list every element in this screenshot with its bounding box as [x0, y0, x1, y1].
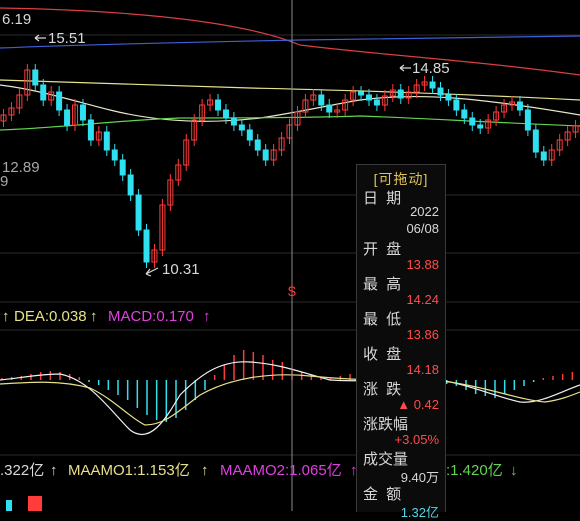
volume-value: 9.40万	[400, 470, 439, 485]
candle-body	[365, 94, 372, 101]
candle-body	[79, 104, 86, 121]
drag-handle[interactable]: [可拖动]	[357, 169, 445, 189]
price-label-peak: 15.51	[48, 30, 86, 47]
dea-line	[0, 374, 580, 426]
arrow-down-left-icon	[145, 267, 159, 277]
change-value: ▲ 0.42	[397, 397, 439, 412]
maamo2-label: MAAMO2:1.065亿	[220, 462, 342, 479]
low-label: 最 低	[363, 311, 404, 328]
price-label-trough: 10.31	[162, 261, 200, 278]
change-label: 涨 跌	[363, 381, 404, 398]
volume-bar	[6, 500, 12, 511]
arrow-up-icon: ↑	[203, 308, 211, 325]
date-label: 日 期	[363, 190, 404, 207]
candle-body	[358, 91, 365, 96]
candle-body	[127, 174, 134, 196]
volume-left-label: .322亿	[0, 462, 44, 479]
candle-body	[119, 159, 126, 176]
close-value: 14.18	[406, 362, 439, 377]
candle-body	[254, 139, 261, 151]
chart-canvas[interactable]: $ 6.19 15.51 14.85 12.89 9 10.31 ↑ DEA:0…	[0, 0, 580, 511]
ma-red-line	[0, 7, 580, 76]
moving-average-lines	[0, 7, 580, 131]
candle-body	[373, 99, 380, 106]
dea-label: DEA:0.038	[14, 308, 87, 325]
macd-label: MACD:0.170	[108, 308, 194, 325]
ma-white-line	[0, 84, 580, 122]
candle-body	[532, 129, 539, 153]
close-label: 收 盘	[363, 346, 404, 363]
candle-body	[453, 99, 460, 111]
macd-legend: ↑ DEA:0.038 ↑ MACD:0.170 ↑	[2, 308, 211, 325]
arrow-up-icon: ↑	[90, 308, 98, 325]
volume-bar	[28, 496, 42, 511]
candle-body	[238, 124, 245, 131]
arrow-down-icon: ↓	[510, 462, 518, 479]
candle-body	[516, 101, 523, 111]
arrow-up-icon: ↑	[50, 462, 58, 479]
date-year: 2022	[410, 204, 439, 219]
candle-body	[40, 84, 47, 101]
amount-value: 1.32亿	[400, 505, 439, 520]
volume-label: 成交量	[363, 451, 409, 468]
candle-body	[56, 91, 63, 111]
open-label: 开 盘	[363, 241, 404, 258]
price-label-low-left-partial: 9	[0, 173, 8, 190]
candle-body	[429, 81, 436, 89]
low-value: 13.86	[406, 327, 439, 342]
candle-body	[318, 94, 325, 106]
candle-body	[540, 151, 547, 161]
ma-yellow-line	[0, 79, 580, 101]
candle-body	[246, 129, 253, 141]
macd-lines	[0, 361, 580, 436]
candle-body	[461, 109, 468, 119]
candle-body	[524, 109, 531, 131]
candle-body	[477, 124, 484, 129]
candle-body	[437, 87, 444, 96]
info-panel[interactable]: [可拖动] 日 期 2022 06/08 开 盘 13.88 最 高 14.24…	[356, 164, 446, 520]
candle-body	[469, 117, 476, 126]
candle-body	[445, 94, 452, 101]
arrow-left-icon	[399, 64, 411, 72]
candle-body	[103, 131, 110, 151]
candlesticks	[0, 64, 579, 268]
dif-line	[0, 361, 580, 436]
pct-label: 涨跌幅	[363, 416, 409, 433]
candle-body	[87, 119, 94, 141]
price-label-peak-right: 14.85	[412, 60, 450, 77]
maamo1-label: MAAMO1:1.153亿	[68, 462, 190, 479]
peak-marker: 15.51	[34, 30, 86, 47]
price-grid	[0, 34, 580, 456]
pct-value: +3.05%	[394, 432, 439, 447]
candle-body	[222, 109, 229, 119]
candle-body	[135, 194, 142, 231]
arrow-up-icon: ↑	[201, 462, 209, 479]
candle-body	[230, 117, 237, 126]
candle-body	[262, 149, 269, 161]
candle-body	[111, 149, 118, 161]
candle-body	[64, 109, 71, 126]
date-monthday: 06/08	[406, 221, 439, 236]
candle-body	[326, 104, 333, 113]
candle-body	[215, 99, 222, 111]
volume-right-label: :1.420亿	[446, 462, 503, 479]
amount-label: 金 额	[363, 486, 404, 503]
high-label: 最 高	[363, 276, 404, 293]
open-value: 13.88	[406, 257, 439, 272]
arrow-left-icon	[34, 34, 46, 42]
price-label-high-left: 6.19	[2, 11, 31, 28]
peak-marker-right: 14.85	[399, 60, 450, 77]
macd-histogram	[1, 350, 574, 422]
high-value: 14.24	[406, 292, 439, 307]
ma-blue-line	[0, 35, 580, 49]
candle-body	[143, 229, 150, 263]
crosshair-marker-icon: $	[288, 283, 296, 299]
candle-body	[32, 69, 39, 86]
arrow-up-icon: ↑	[2, 308, 10, 325]
candle-body	[397, 89, 404, 99]
